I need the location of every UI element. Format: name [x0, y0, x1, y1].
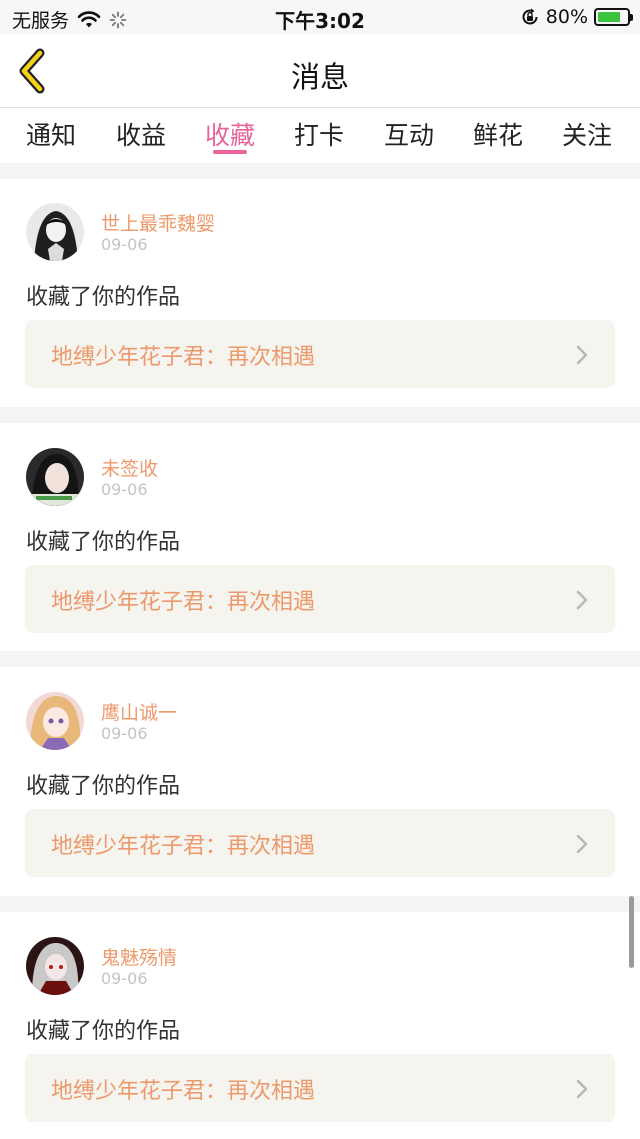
avatar[interactable] — [26, 448, 84, 506]
tab-earnings[interactable]: 收益 — [106, 116, 176, 152]
navigation-bar: 消息 — [0, 34, 640, 108]
timestamp: 09-06 — [101, 969, 148, 988]
username[interactable]: 鬼魅殇情 — [101, 943, 177, 970]
work-title: 地缚少年花子君：再次相遇 — [51, 345, 316, 370]
chevron-right-icon — [576, 834, 588, 854]
status-bar: 无服务 下午3:02 80% — [0, 0, 640, 34]
separator — [0, 651, 640, 667]
tab-interaction[interactable]: 互动 — [374, 116, 444, 152]
rotation-lock-icon — [522, 8, 538, 25]
timestamp: 09-06 — [101, 724, 148, 743]
username[interactable]: 未签收 — [101, 454, 158, 481]
avatar-image — [26, 692, 84, 750]
chevron-right-icon — [576, 345, 588, 365]
avatar-image — [26, 937, 84, 995]
action-text: 收藏了你的作品 — [26, 1019, 181, 1044]
battery-charging-icon — [594, 8, 633, 26]
battery-fill — [598, 12, 621, 22]
battery-percent: 80% — [545, 6, 588, 28]
work-title: 地缚少年花子君：再次相遇 — [51, 590, 316, 615]
page-title: 消息 — [290, 60, 349, 94]
avatar[interactable] — [26, 937, 84, 995]
tab-bar: 通知 收益 收藏 打卡 互动 鲜花 关注 — [0, 108, 640, 163]
tab-following[interactable]: 关注 — [552, 116, 622, 152]
work-link[interactable]: 地缚少年花子君：再次相遇 — [25, 565, 615, 633]
timestamp: 09-06 — [101, 235, 148, 254]
action-text: 收藏了你的作品 — [26, 774, 181, 799]
notification-card: 鬼魅殇情 09-06 收藏了你的作品 地缚少年花子君：再次相遇 — [0, 912, 640, 1139]
status-right: 80% — [520, 6, 633, 28]
work-link[interactable]: 地缚少年花子君：再次相遇 — [25, 320, 615, 388]
action-text: 收藏了你的作品 — [26, 285, 181, 310]
avatar[interactable] — [26, 692, 84, 750]
tab-checkin[interactable]: 打卡 — [284, 116, 354, 152]
tab-notice[interactable]: 通知 — [16, 116, 86, 152]
scrollbar[interactable] — [629, 896, 634, 968]
username[interactable]: 世上最乖魏婴 — [101, 209, 215, 236]
chevron-right-icon — [576, 1079, 588, 1099]
chevron-right-icon — [576, 590, 588, 610]
notification-card: 鹰山诚一 09-06 收藏了你的作品 地缚少年花子君：再次相遇 — [0, 667, 640, 895]
tab-favorites[interactable]: 收藏 — [195, 116, 265, 152]
notification-card: 未签收 09-06 收藏了你的作品 地缚少年花子君：再次相遇 — [0, 423, 640, 651]
tab-flowers[interactable]: 鲜花 — [463, 116, 533, 152]
notification-card: 世上最乖魏婴 09-06 收藏了你的作品 地缚少年花子君：再次相遇 — [0, 179, 640, 407]
username[interactable]: 鹰山诚一 — [101, 698, 177, 725]
avatar-image — [26, 448, 84, 506]
separator — [0, 407, 640, 423]
work-link[interactable]: 地缚少年花子君：再次相遇 — [25, 1054, 615, 1122]
timestamp: 09-06 — [101, 480, 148, 499]
work-title: 地缚少年花子君：再次相遇 — [51, 834, 316, 859]
avatar[interactable] — [26, 203, 84, 261]
work-title: 地缚少年花子君：再次相遇 — [51, 1079, 316, 1104]
separator — [0, 896, 640, 912]
work-link[interactable]: 地缚少年花子君：再次相遇 — [25, 809, 615, 877]
action-text: 收藏了你的作品 — [26, 530, 181, 555]
separator — [0, 163, 640, 179]
active-tab-indicator — [213, 150, 247, 154]
avatar-image — [26, 203, 84, 261]
